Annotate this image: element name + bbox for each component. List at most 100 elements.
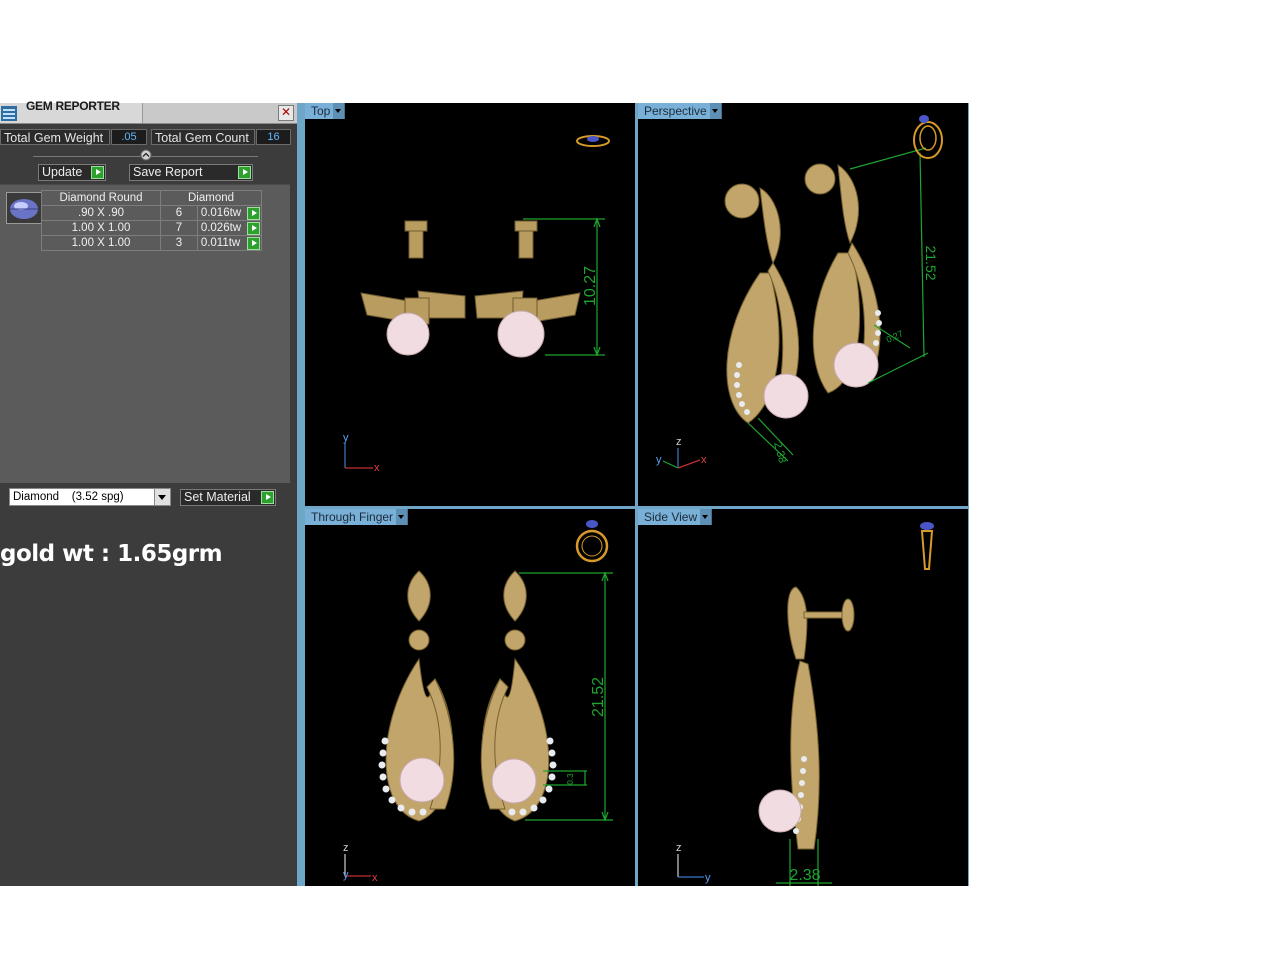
table-row[interactable]: 1.00 X 1.00 3 0.011tw (41, 235, 263, 251)
viewport-top[interactable]: 10.27 y x Top (305, 103, 635, 506)
gem-weight-cell: 0.026tw (196, 220, 263, 236)
update-button-label: Update (42, 165, 83, 179)
gem-weight-cell: 0.011tw (196, 235, 263, 251)
gem-reporter-icon (1, 106, 17, 121)
ring-front-icon (575, 520, 609, 563)
gold-weight-annotation: gold wt : 1.65grm (0, 541, 223, 567)
play-icon (238, 166, 251, 179)
tab-side-view-label: Side View (644, 510, 698, 524)
chevron-down-icon[interactable] (333, 103, 345, 119)
dimension-small-label: 2.38 (771, 441, 788, 465)
pearl-left-front (399, 757, 445, 803)
gem-weight: 0.011tw (200, 237, 241, 249)
panel-title: GEM REPORTER (26, 99, 120, 113)
gem-size: 1.00 X 1.00 (41, 235, 161, 251)
gem-count: 7 (160, 220, 198, 236)
viewport-side-view[interactable]: 2.38 z y Side View (638, 509, 968, 886)
axis-x-label: x (701, 454, 707, 466)
play-icon (261, 491, 274, 504)
play-icon (91, 166, 104, 179)
axis-x-label: x (372, 872, 378, 884)
save-report-button[interactable]: Save Report (129, 164, 253, 181)
side-view-render: 2.38 z y (676, 522, 934, 886)
chevron-down-icon[interactable] (700, 509, 712, 525)
total-gem-count-value: 16 (256, 129, 291, 145)
update-button[interactable]: Update (38, 164, 106, 181)
tab-through-finger-label: Through Finger (311, 510, 394, 524)
earring-left-top (360, 220, 466, 325)
axis-y-label: y (343, 432, 349, 444)
viewport-perspective[interactable]: 21.52 2.38 0.27 z x y Perspective (638, 103, 968, 506)
play-icon[interactable] (247, 207, 260, 220)
viewport-grid: 10.27 y x Top 21.52 2.38 0.27 z x y Pers… (297, 103, 969, 886)
chevron-down-icon[interactable] (709, 103, 721, 119)
table-header-row: Diamond Round Diamond (41, 190, 262, 206)
total-gem-weight-value: .05 (111, 129, 147, 145)
column-header: Diamond (160, 190, 262, 206)
pearl-left-perspective (763, 373, 809, 419)
ring-top-icon (576, 135, 610, 147)
pearl-side (758, 789, 802, 833)
table-row[interactable]: 1.00 X 1.00 7 0.026tw (41, 220, 263, 236)
axis-z-label: z (343, 842, 349, 854)
total-gem-weight-label: Total Gem Weight (0, 129, 110, 145)
tab-perspective[interactable]: Perspective (638, 103, 722, 119)
gem-table: Diamond Round Diamond .90 X .90 6 0.016t… (41, 190, 263, 251)
ring-side-icon (920, 522, 934, 570)
gem-weight: 0.026tw (200, 222, 242, 234)
gem-size: 1.00 X 1.00 (41, 220, 161, 236)
pearl-left-top (386, 312, 430, 356)
play-icon[interactable] (247, 222, 260, 235)
axis-indicator: z y x (343, 842, 378, 884)
panel-title-bar: GEM REPORTER ✕ (0, 99, 297, 124)
dimension-label: 2.38 (789, 867, 820, 884)
axis-indicator: z x y (656, 436, 707, 469)
axis-x-label: x (374, 462, 380, 474)
chevron-down-icon[interactable] (154, 489, 170, 505)
save-report-button-label: Save Report (133, 165, 203, 179)
axis-z-label: z (676, 842, 682, 854)
pearl-right-perspective (833, 342, 879, 388)
set-material-button-label: Set Material (184, 490, 251, 504)
tab-perspective-label: Perspective (644, 104, 707, 118)
gem-count: 3 (160, 235, 198, 251)
column-header: Diamond Round (41, 190, 161, 206)
gem-count: 6 (160, 205, 198, 221)
gem-weight-cell: 0.016tw (196, 205, 263, 221)
set-material-button[interactable]: Set Material (180, 489, 276, 506)
perspective-render: 21.52 2.38 0.27 z x y (656, 115, 943, 469)
dimension-label: 21.52 (590, 677, 607, 717)
round-diamond-icon[interactable] (6, 192, 42, 224)
play-icon[interactable] (247, 237, 260, 250)
tab-top[interactable]: Top (305, 103, 346, 119)
dimension-small-label: 0.3 (566, 773, 575, 785)
pearl-right-top (497, 310, 545, 358)
axis-y-label: y (343, 869, 349, 881)
table-row[interactable]: .90 X .90 6 0.016tw (41, 205, 263, 221)
total-gem-count-label: Total Gem Count (151, 129, 255, 145)
gem-size: .90 X .90 (41, 205, 161, 221)
axis-y-label: y (656, 454, 662, 466)
through-finger-render: 21.52 0.3 z y x (343, 520, 613, 884)
pearl-right-front (491, 758, 537, 804)
axis-y-label: y (705, 872, 711, 884)
viewport-through-finger[interactable]: 21.52 0.3 z y x Through Finger (305, 509, 635, 886)
axis-indicator: y x (343, 432, 380, 474)
material-select[interactable]: Diamond (3.52 spg) (9, 488, 171, 506)
earring-right-top (474, 220, 581, 325)
axis-z-label: z (676, 436, 682, 448)
axis-indicator: z y (676, 842, 711, 884)
tab-top-label: Top (311, 104, 331, 118)
close-button[interactable]: ✕ (278, 105, 294, 121)
tab-side-view[interactable]: Side View (638, 509, 713, 525)
dimension-label: 21.52 (923, 245, 939, 280)
tab-through-finger[interactable]: Through Finger (305, 509, 409, 525)
collapse-icon[interactable] (140, 149, 152, 161)
gem-weight: 0.016tw (200, 207, 242, 219)
dimension-label: 10.27 (582, 266, 599, 306)
chevron-down-icon[interactable] (396, 509, 408, 525)
top-view-render: 10.27 y x (343, 135, 610, 474)
gem-reporter-panel: GEM REPORTER ✕ Total Gem Weight .05 Tota… (0, 99, 297, 886)
material-select-value: Diamond (3.52 spg) (13, 491, 124, 503)
ring-perspective-icon (913, 115, 943, 159)
